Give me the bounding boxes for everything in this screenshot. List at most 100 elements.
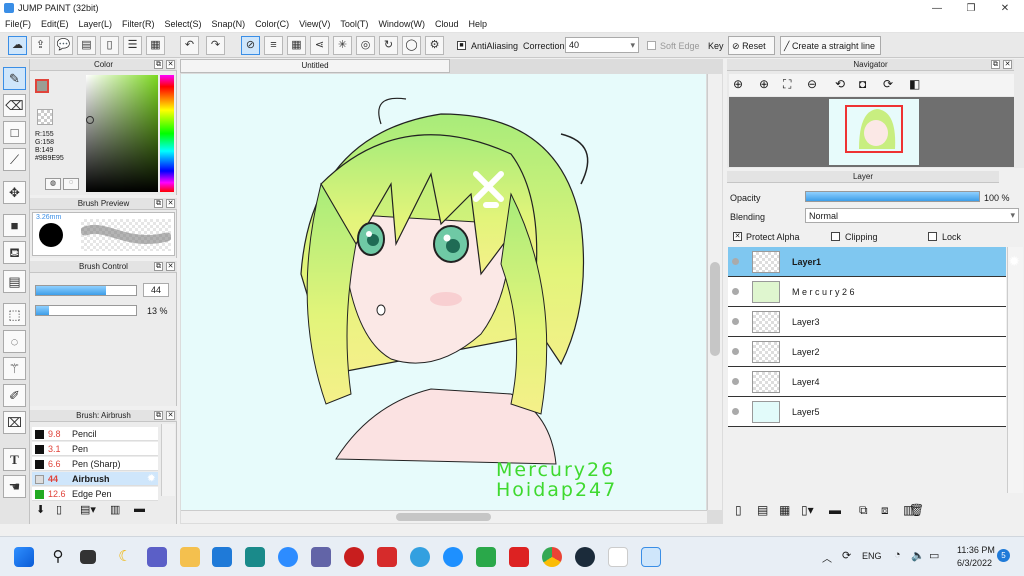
brush-tool-icon[interactable]: ✎ <box>3 67 26 90</box>
comment-icon[interactable]: 💬 <box>54 36 73 55</box>
gradient-tool-icon[interactable]: ▤ <box>3 270 26 293</box>
brush-item-airbrush[interactable]: 44 Airbrush ✹ <box>32 472 158 486</box>
menu-cloud[interactable]: Cloud <box>430 17 464 31</box>
shield-icon[interactable] <box>476 547 496 567</box>
lock-checkbox[interactable] <box>928 232 937 241</box>
notification-badge[interactable]: 5 <box>997 549 1010 562</box>
close-icon[interactable]: ✕ <box>166 60 175 69</box>
zoom-out-icon[interactable]: ⊖ <box>807 77 817 91</box>
layer-opacity-slider[interactable] <box>805 191 980 202</box>
language-indicator[interactable]: ENG <box>862 551 882 561</box>
recorder-icon[interactable] <box>377 547 397 567</box>
menu-filter[interactable]: Filter(R) <box>117 17 160 31</box>
protect-alpha-checkbox[interactable]: ✕ <box>733 232 742 241</box>
rotate-left-icon[interactable]: ⟲ <box>835 77 845 91</box>
jump-paint-icon[interactable] <box>641 547 661 567</box>
battery-icon[interactable]: ▭ <box>929 549 939 562</box>
new-raster-layer-icon[interactable]: ▤ <box>757 503 768 517</box>
straight-line-button[interactable]: ╱ Create a straight line <box>780 36 881 55</box>
teams-icon[interactable] <box>311 547 331 567</box>
brush-folder-icon[interactable]: ▬ <box>134 503 145 515</box>
vertical-scroll-thumb[interactable] <box>710 262 720 356</box>
saturation-value-picker[interactable] <box>86 75 158 192</box>
visibility-icon[interactable] <box>732 378 739 385</box>
menu-layer[interactable]: Layer(L) <box>74 17 118 31</box>
float-icon[interactable]: ⧉ <box>154 60 163 69</box>
new-layer-icon[interactable]: ▯ <box>735 503 742 517</box>
flip-icon[interactable]: ◧ <box>909 77 920 91</box>
close-icon[interactable]: ✕ <box>1003 60 1012 69</box>
brush-item-edge-pen[interactable]: 12.6 Edge Pen <box>32 487 158 501</box>
wps-icon[interactable] <box>509 547 529 567</box>
menu-file[interactable]: File(F) <box>0 17 36 31</box>
visibility-icon[interactable] <box>732 318 739 325</box>
drawing-canvas[interactable]: Mercury26 Hoidap247 <box>181 74 706 510</box>
brush-item-pen-sharp[interactable]: 6.6 Pen (Sharp) <box>32 457 158 471</box>
close-icon[interactable]: ✕ <box>166 199 175 208</box>
clock-date[interactable]: 6/3/2022 <box>957 558 992 568</box>
brush-menu-icon[interactable]: ▤▾ <box>80 503 96 516</box>
size-input[interactable]: 44 <box>143 283 169 297</box>
canvas-tab[interactable]: Untitled <box>180 59 450 73</box>
snap-circle-icon[interactable]: ◎ <box>356 36 375 55</box>
chat-icon[interactable] <box>147 547 167 567</box>
rotate-reset-icon[interactable]: ◘ <box>859 77 866 91</box>
visibility-icon[interactable] <box>732 288 739 295</box>
menu-select[interactable]: Select(S) <box>160 17 207 31</box>
minimize-button[interactable]: — <box>920 0 954 17</box>
snap-settings-icon[interactable]: ⚙ <box>425 36 444 55</box>
brush-item-pen[interactable]: 3.1 Pen <box>32 442 158 456</box>
menu-tool[interactable]: Tool(T) <box>335 17 373 31</box>
new-doc-icon[interactable]: ▯ <box>100 36 119 55</box>
brush-settings-icon[interactable]: ▥ <box>110 503 120 516</box>
snap-perspective-icon[interactable]: ⋖ <box>310 36 329 55</box>
snap-radial-icon[interactable]: ✳ <box>333 36 352 55</box>
layer-row-mercury26[interactable]: M e r c u r y 2 6 <box>728 277 1006 307</box>
layer-folder-icon[interactable]: ▬ <box>829 503 841 517</box>
navigator-view-rect[interactable] <box>845 105 903 153</box>
fit-window-icon[interactable]: ⛶ <box>783 77 791 92</box>
rectangle-tool-icon[interactable]: □ <box>3 121 26 144</box>
edge-icon[interactable] <box>443 547 463 567</box>
store-icon[interactable] <box>212 547 232 567</box>
browser-app-icon[interactable] <box>410 547 430 567</box>
select-pen-tool-icon[interactable]: ✐ <box>3 384 26 407</box>
fill-rect-tool-icon[interactable]: ■ <box>3 214 26 237</box>
close-button[interactable]: ✕ <box>988 0 1022 17</box>
picker-cursor[interactable] <box>86 116 94 124</box>
search-icon[interactable]: ⚲ <box>48 547 68 567</box>
eyedropper-icon[interactable]: ◌ <box>63 178 79 190</box>
float-icon[interactable]: ⧉ <box>154 262 163 271</box>
share-icon[interactable]: ⇪ <box>31 36 50 55</box>
visibility-icon[interactable] <box>732 258 739 265</box>
reset-button[interactable]: ⊘ Reset <box>728 36 775 55</box>
message-icon[interactable]: ▤ <box>77 36 96 55</box>
wifi-icon[interactable]: ◔ <box>894 549 901 561</box>
bucket-tool-icon[interactable]: ⛾ <box>3 241 26 264</box>
eraser-tool-icon[interactable]: ⌫ <box>3 94 26 117</box>
visibility-icon[interactable] <box>732 408 739 415</box>
maximize-button[interactable]: ❐ <box>954 0 988 17</box>
float-icon[interactable]: ⧉ <box>154 199 163 208</box>
new-brush-icon[interactable]: ▯ <box>56 503 62 516</box>
gear-icon[interactable]: ✹ <box>1008 253 1020 270</box>
menu-snap[interactable]: Snap(N) <box>207 17 251 31</box>
app-icon-teal[interactable] <box>245 547 265 567</box>
visibility-icon[interactable] <box>732 348 739 355</box>
list-icon[interactable]: ☰ <box>123 36 142 55</box>
blending-select[interactable]: Normal ▾ <box>805 208 1019 223</box>
clock-time[interactable]: 11:36 PM <box>957 545 995 555</box>
move-tool-icon[interactable]: ✥ <box>3 181 26 204</box>
float-icon[interactable]: ⧉ <box>991 60 1000 69</box>
size-slider[interactable] <box>35 285 137 296</box>
line-tool-icon[interactable]: ⟋ <box>3 148 26 171</box>
transparent-color-swatch[interactable] <box>37 109 53 125</box>
task-view-icon[interactable] <box>80 550 96 564</box>
brush-list-scrollbar[interactable] <box>161 424 175 496</box>
snap-off-icon[interactable]: ⊘ <box>241 36 260 55</box>
opacity-slider[interactable] <box>35 305 137 316</box>
cloud-icon[interactable]: ☁ <box>8 36 27 55</box>
start-icon[interactable] <box>14 547 34 567</box>
canvas-horizontal-scrollbar[interactable] <box>181 510 707 523</box>
merge-layer-icon[interactable]: ⧈ <box>881 503 889 518</box>
